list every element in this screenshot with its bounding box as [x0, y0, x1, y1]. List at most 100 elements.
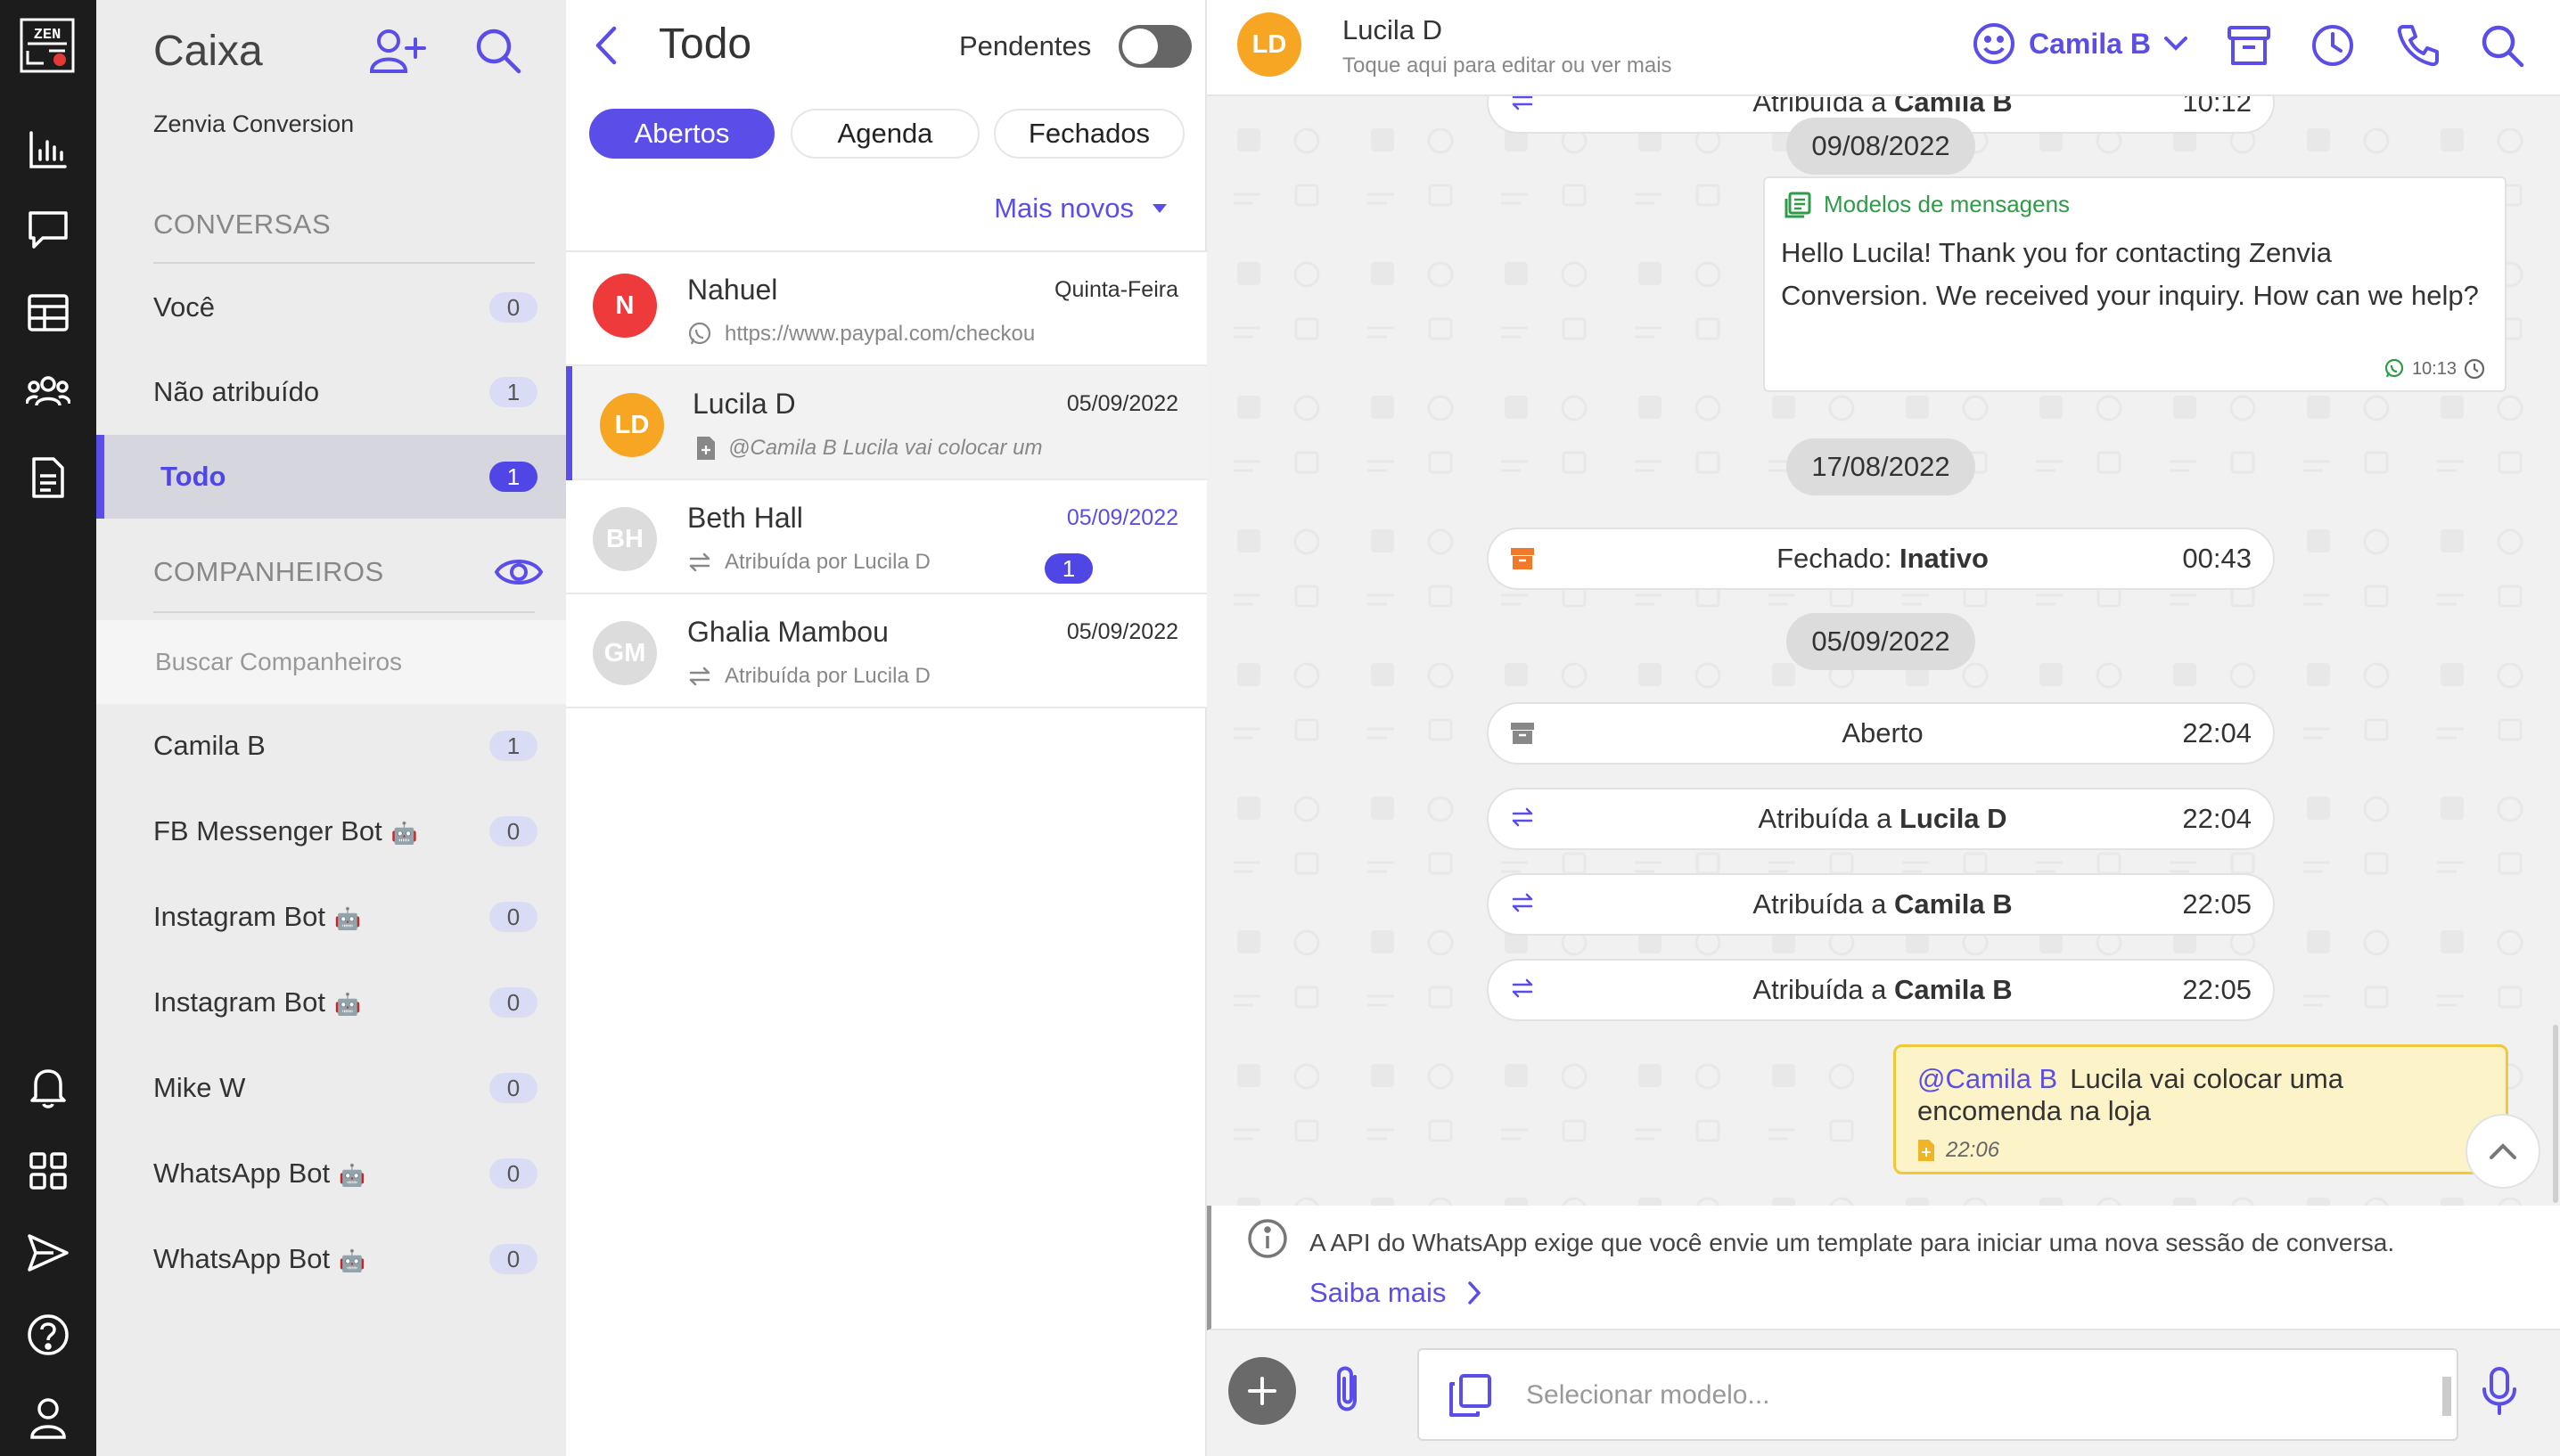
pendentes-label: Pendentes — [959, 30, 1092, 61]
template-select-box — [1417, 1348, 2458, 1441]
agent-name: Camila B — [2029, 27, 2151, 60]
count-badge: 0 — [489, 1244, 537, 1274]
reports-icon[interactable] — [23, 125, 73, 175]
scrollbar[interactable] — [2553, 1025, 2558, 1203]
robot-icon: 🤖 — [390, 822, 418, 846]
date-separator: 09/08/2022 — [1786, 118, 1975, 175]
companheiro-name: WhatsApp Bot — [153, 1157, 331, 1189]
chat-icon[interactable] — [23, 205, 73, 255]
conversas-item-voce[interactable]: Você 0 — [96, 266, 566, 349]
companheiros-section-title: COMPANHEIROS — [153, 556, 384, 587]
count-badge: 0 — [489, 1073, 537, 1103]
conversation-item[interactable]: BH Beth Hall 05/09/2022 1 Atribuída por … — [566, 480, 1207, 594]
date-separator: 05/09/2022 — [1786, 613, 1975, 670]
robot-icon: 🤖 — [339, 1249, 366, 1273]
caret-down-icon — [1153, 204, 1167, 213]
conversas-item-todo[interactable]: Todo 1 — [96, 435, 566, 519]
companheiro-item-fb-messenger-bot[interactable]: FB Messenger Bot 🤖 0 — [96, 789, 566, 873]
document-icon[interactable] — [23, 453, 73, 503]
search-icon[interactable] — [2476, 20, 2528, 71]
robot-icon: 🤖 — [339, 1164, 366, 1188]
transfer-arrows-icon — [689, 552, 710, 572]
companheiro-item-whatsapp-bot-2[interactable]: WhatsApp Bot 🤖 0 — [96, 1217, 566, 1301]
event-text: Atribuída a Camila B — [1752, 974, 2013, 1005]
contact-subtitle[interactable]: Toque aqui para editar ou ver mais — [1342, 53, 1672, 78]
add-contact-icon[interactable] — [369, 27, 426, 75]
divider — [153, 611, 535, 613]
conversas-section-title: CONVERSAS — [153, 209, 332, 240]
profile-icon[interactable] — [23, 1393, 73, 1443]
table-icon[interactable] — [23, 288, 73, 338]
event-text: Atribuída a Lucila D — [1758, 803, 2007, 834]
companheiro-item-instagram-bot-2[interactable]: Instagram Bot 🤖 0 — [96, 961, 566, 1044]
mention[interactable]: @Camila B — [1917, 1063, 2057, 1094]
message-meta: 10:13 — [2384, 358, 2485, 380]
template-list-icon — [1785, 192, 1811, 217]
companheiro-item-whatsapp-bot[interactable]: WhatsApp Bot 🤖 0 — [96, 1132, 566, 1215]
search-icon[interactable] — [474, 27, 522, 75]
help-icon[interactable] — [23, 1310, 73, 1360]
template-header: Modelos de mensagens — [1785, 191, 2070, 218]
companheiro-item-camila-b[interactable]: Camila B 1 — [96, 704, 566, 788]
preview-text: Atribuída por Lucila D — [725, 550, 931, 574]
conversas-item-nao-atribuido[interactable]: Não atribuído 1 — [96, 350, 566, 434]
chevron-up-icon — [2490, 1143, 2516, 1159]
note-icon — [697, 437, 715, 460]
attachment-icon[interactable] — [1332, 1364, 1364, 1414]
inbox-panel: Caixa Zenvia Conversion CONVERSAS Você 0… — [96, 0, 566, 1456]
archive-icon[interactable] — [2223, 20, 2275, 71]
pendentes-toggle[interactable] — [1119, 25, 1192, 68]
add-button[interactable] — [1228, 1357, 1296, 1425]
eye-icon[interactable] — [494, 552, 544, 592]
whatsapp-icon — [688, 322, 711, 345]
notifications-bell-icon[interactable] — [23, 1063, 73, 1113]
count-badge: 0 — [489, 902, 537, 932]
microphone-icon[interactable] — [2480, 1366, 2519, 1416]
robot-icon: 🤖 — [333, 993, 361, 1017]
companheiro-item-mike-w[interactable]: Mike W 0 — [96, 1046, 566, 1130]
conversas-item-label: Não atribuído — [153, 376, 320, 407]
back-chevron-icon[interactable] — [591, 23, 623, 68]
avatar: GM — [593, 621, 657, 685]
companheiros-search-input[interactable] — [153, 640, 528, 684]
list-title: Todo — [659, 20, 752, 68]
event-time: 22:05 — [2182, 888, 2252, 920]
conversation-date: 05/09/2022 — [1066, 505, 1178, 530]
companheiro-name: Instagram Bot — [153, 986, 325, 1018]
sort-dropdown[interactable]: Mais novos — [994, 192, 1168, 225]
chat-panel: Atribuída a Camila B 10:12 LD Lucila D T… — [1207, 0, 2560, 1456]
whatsapp-template-info: A API do WhatsApp exige que você envie u… — [1207, 1206, 2560, 1330]
assignment-event: Atribuída a Camila B 22:05 — [1487, 959, 2275, 1021]
date-separator: 17/08/2022 — [1786, 438, 1975, 495]
conversation-item[interactable]: GM Ghalia Mambou 05/09/2022 Atribuída po… — [566, 594, 1207, 708]
count-badge: 0 — [489, 816, 537, 847]
assigned-agent-dropdown[interactable]: Camila B — [1972, 21, 2188, 66]
scroll-up-button[interactable] — [2466, 1114, 2540, 1189]
copy-template-icon[interactable] — [1448, 1373, 1492, 1418]
conversation-preview: Atribuída por Lucila D — [687, 664, 1151, 689]
event-time: 22:04 — [2182, 803, 2252, 834]
contacts-icon[interactable] — [23, 366, 73, 416]
apps-grid-icon[interactable] — [23, 1146, 73, 1196]
phone-icon[interactable] — [2392, 20, 2444, 71]
tab-fechados[interactable]: Fechados — [994, 109, 1185, 159]
info-icon — [1247, 1218, 1288, 1259]
conversation-item-selected[interactable]: LD Lucila D 05/09/2022 @Camila B Lucila … — [566, 366, 1207, 480]
companheiro-name: WhatsApp Bot — [153, 1243, 331, 1274]
clock-icon[interactable] — [2307, 20, 2359, 71]
contact-avatar[interactable]: LD — [1237, 12, 1301, 77]
event-text: Fechado: Inativo — [1776, 543, 1989, 574]
companheiro-label: Instagram Bot 🤖 — [153, 986, 361, 1018]
companheiro-item-instagram-bot[interactable]: Instagram Bot 🤖 0 — [96, 875, 566, 959]
contact-name[interactable]: Lucila D — [1342, 14, 1442, 46]
count-badge: 1 — [489, 377, 537, 407]
tab-abertos[interactable]: Abertos — [589, 109, 775, 159]
preview-text: https://www.paypal.com/checkou — [725, 322, 1036, 346]
send-icon[interactable] — [23, 1228, 73, 1278]
robot-icon: 🤖 — [333, 907, 361, 931]
conversation-item[interactable]: N Nahuel Quinta-Feira https://www.paypal… — [566, 252, 1207, 366]
template-select-input[interactable] — [1524, 1371, 2398, 1419]
saiba-mais-link[interactable]: Saiba mais — [1309, 1277, 1481, 1309]
tab-agenda[interactable]: Agenda — [791, 109, 980, 159]
zenvia-logo-icon[interactable]: ZEN — [18, 16, 77, 75]
